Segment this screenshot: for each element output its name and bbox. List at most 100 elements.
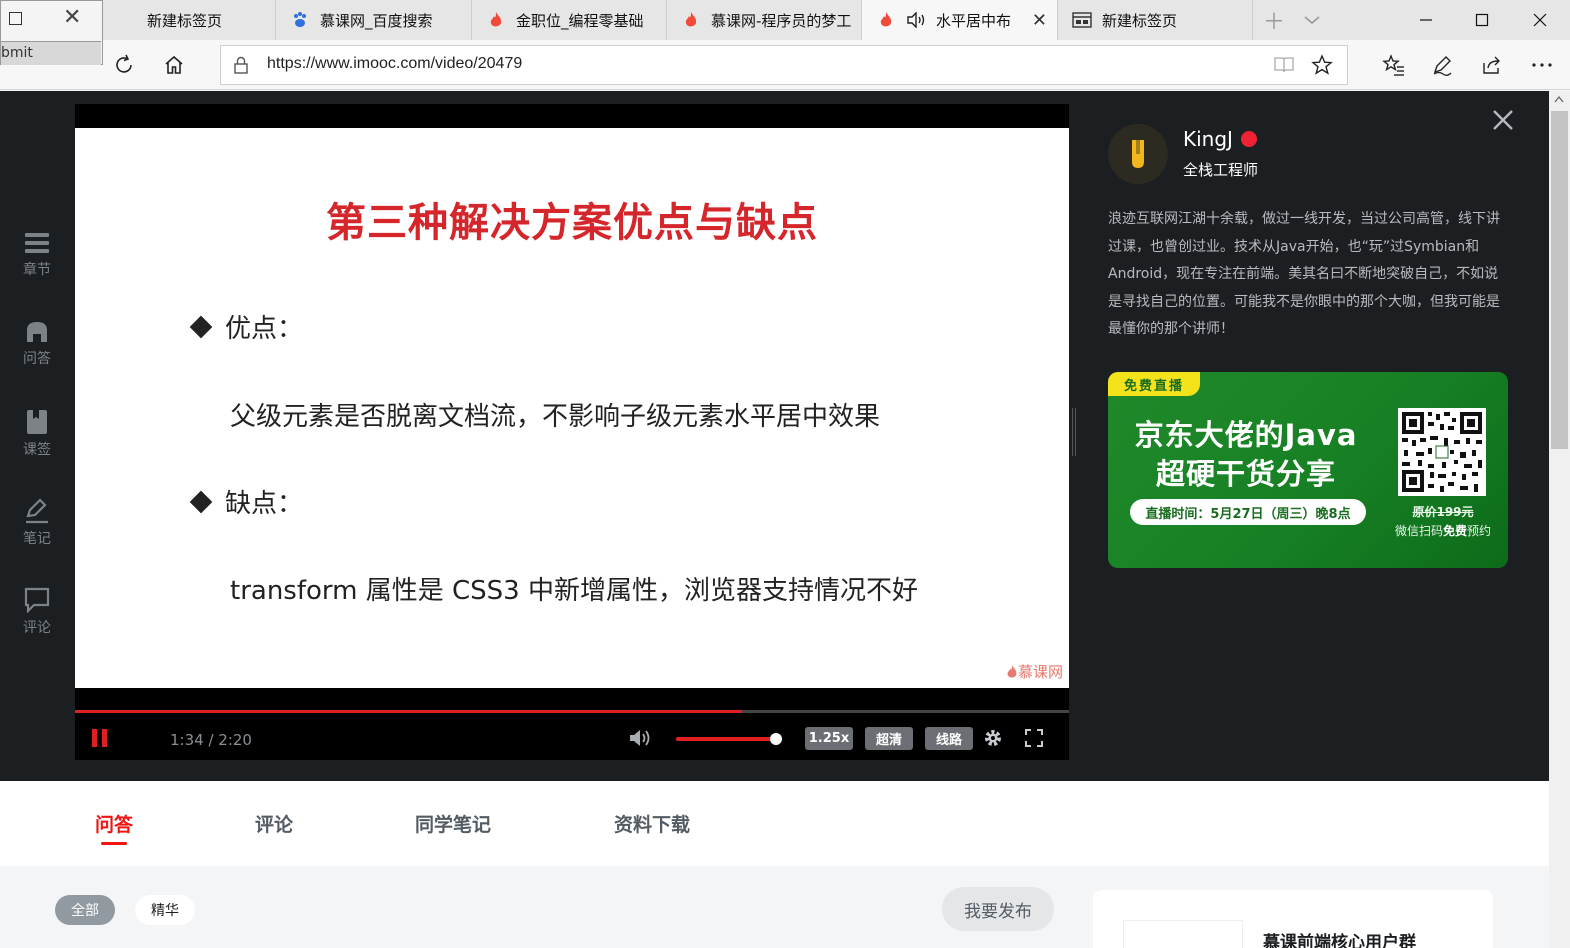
banner-original-price: 原价199元 (1384, 503, 1502, 520)
nav-qa[interactable]: 问答 (0, 320, 74, 368)
nav-label: 笔记 (23, 531, 51, 547)
tab-label: 慕课网-程序员的梦工 (711, 11, 852, 30)
notes-button[interactable] (1424, 48, 1460, 82)
live-stream-banner[interactable]: 免费直播 京东大佬的Java 超硬干货分享 直播时间：5月27日（周三）晚8点 (1108, 372, 1508, 568)
volume-icon[interactable] (628, 727, 652, 749)
window-close-button[interactable] (1512, 0, 1568, 40)
tab-label: 新建标签页 (147, 11, 223, 30)
browser-tab-active[interactable]: 水平居中布 ✕ (862, 0, 1058, 40)
diamond-bullet-icon (189, 490, 213, 513)
teacher-avatar[interactable] (1108, 124, 1168, 184)
popup-maximize-icon[interactable] (9, 12, 22, 25)
popup-button-text[interactable]: bmit (1, 41, 101, 65)
publish-button[interactable]: 我要发布 (942, 887, 1054, 931)
refresh-button[interactable] (106, 48, 142, 82)
route-button[interactable]: 线路 (925, 727, 973, 750)
tab-label: 问答 (95, 814, 134, 836)
new-tab-button[interactable]: ＋ (1263, 0, 1285, 40)
browser-tab-3[interactable]: 金职位_编程零基础 (472, 0, 667, 40)
home-button[interactable] (156, 48, 192, 82)
pause-icon[interactable] (90, 727, 110, 749)
tab-label: 资料下载 (614, 814, 691, 836)
close-tab-icon[interactable]: ✕ (1032, 10, 1047, 31)
scrollbar-thumb[interactable] (1551, 111, 1568, 449)
slide-title: 第三种解决方案优点与缺点 (326, 200, 818, 246)
settings-gear-icon[interactable] (983, 728, 1003, 748)
blank-page-icon (117, 10, 137, 30)
popup-close-icon[interactable]: ✕ (63, 5, 81, 30)
nav-notes[interactable]: 笔记 (0, 498, 74, 548)
audio-playing-icon[interactable] (906, 12, 928, 28)
imooc-flame-icon (681, 10, 701, 30)
close-panel-icon[interactable] (1490, 107, 1516, 133)
banner-headline-1: 京东大佬的Java (1134, 418, 1358, 452)
home-icon (165, 55, 183, 74)
share-icon (1483, 56, 1500, 74)
volume-slider[interactable] (676, 733, 782, 745)
tab-label: 水平居中布 (936, 11, 1012, 30)
quality-button[interactable]: 超清 (865, 727, 913, 750)
nav-chapters[interactable]: 章节 (0, 231, 74, 279)
maximize-button[interactable] (1454, 0, 1510, 40)
volume-level (676, 737, 776, 741)
tab-downloads[interactable]: 资料下载 (614, 810, 690, 837)
minimize-icon (1420, 19, 1432, 21)
tab-student-notes[interactable]: 同学笔记 (415, 810, 491, 837)
reading-view-icon[interactable] (1273, 55, 1295, 75)
watermark-text: 慕课网 (1017, 663, 1063, 681)
imooc-flame-icon (1007, 664, 1017, 677)
cta-bold: 免费 (1442, 524, 1467, 538)
slide-cons-text: transform 属性是 CSS3 中新增属性，浏览器支持情况不好 (230, 576, 918, 606)
slide-cons-heading: 缺点： (189, 483, 303, 520)
browser-tab-2[interactable]: 慕课网_百度搜索 (276, 0, 472, 40)
speed-button[interactable]: 1.25x (805, 727, 853, 750)
browser-tab-4[interactable]: 慕课网-程序员的梦工 (667, 0, 862, 40)
progress-bar[interactable] (75, 710, 1069, 713)
volume-handle[interactable] (770, 733, 782, 745)
qr-code-icon (1398, 408, 1486, 496)
teacher-name-text[interactable]: KingJ (1183, 127, 1233, 151)
imooc-flame-icon (486, 10, 506, 30)
banner-cta: 微信扫码免费预约 (1384, 522, 1502, 539)
nav-label: 问答 (23, 351, 51, 367)
tab-list-button[interactable] (1303, 0, 1321, 40)
filter-featured[interactable]: 精华 (135, 895, 195, 925)
teacher-bio: 浪迹互联网江湖十余载，做过一线开发，当过公司高管，线下讲过课，也曾创过业。技术从… (1108, 211, 1500, 337)
nav-comments[interactable]: 评论 (0, 587, 74, 637)
nav-label: 章节 (23, 262, 51, 278)
browser-toolbar: https://www.imooc.com/video/20479 (0, 40, 1570, 90)
user-group-card[interactable]: 慕课前端核心用户群 (1093, 890, 1493, 948)
video-player[interactable]: 第三种解决方案优点与缺点 优点： 父级元素是否脱离文档流，不影响子级元素水平居中… (75, 104, 1069, 760)
scroll-up-icon[interactable] (1554, 95, 1564, 103)
fullscreen-icon[interactable] (1024, 728, 1044, 748)
floating-popup-window[interactable]: ✕ bmit (0, 0, 103, 65)
more-button[interactable] (1524, 48, 1560, 82)
page-scrollbar[interactable] (1549, 91, 1570, 948)
nav-bookmarks[interactable]: 课签 (0, 409, 74, 459)
total-duration: 2:20 (218, 731, 252, 749)
verified-badge-icon (1240, 131, 1257, 147)
cta-prefix: 微信扫码 (1394, 524, 1443, 538)
favorites-button[interactable] (1376, 48, 1412, 82)
chevron-down-icon (1304, 16, 1320, 25)
tab-qa[interactable]: 问答 (95, 810, 134, 845)
original-price-text: 原价199元 (1412, 505, 1474, 519)
new-tab-page-icon (1072, 10, 1092, 30)
teacher-name[interactable]: KingJ (1183, 127, 1257, 151)
address-bar[interactable]: https://www.imooc.com/video/20479 (220, 45, 1348, 85)
resize-handle[interactable] (1072, 408, 1076, 456)
minimize-button[interactable] (1398, 0, 1454, 40)
slide-pros-label: 优点： (225, 314, 304, 344)
browser-tab-1[interactable]: 新建标签页 (103, 0, 276, 40)
note-icon (26, 498, 48, 524)
course-side-nav: 章节 问答 课签 笔记 评论 (0, 91, 74, 781)
share-button[interactable] (1474, 48, 1510, 82)
filter-all[interactable]: 全部 (55, 895, 115, 925)
baidu-paw-icon (290, 10, 310, 30)
tab-comments[interactable]: 评论 (255, 810, 293, 837)
browser-tab-6[interactable]: 新建标签页 (1058, 0, 1253, 40)
close-icon (1533, 13, 1547, 27)
teacher-title: 全栈工程师 (1183, 161, 1259, 179)
favorite-star-icon[interactable] (1311, 54, 1333, 76)
url-text[interactable]: https://www.imooc.com/video/20479 (267, 55, 522, 73)
